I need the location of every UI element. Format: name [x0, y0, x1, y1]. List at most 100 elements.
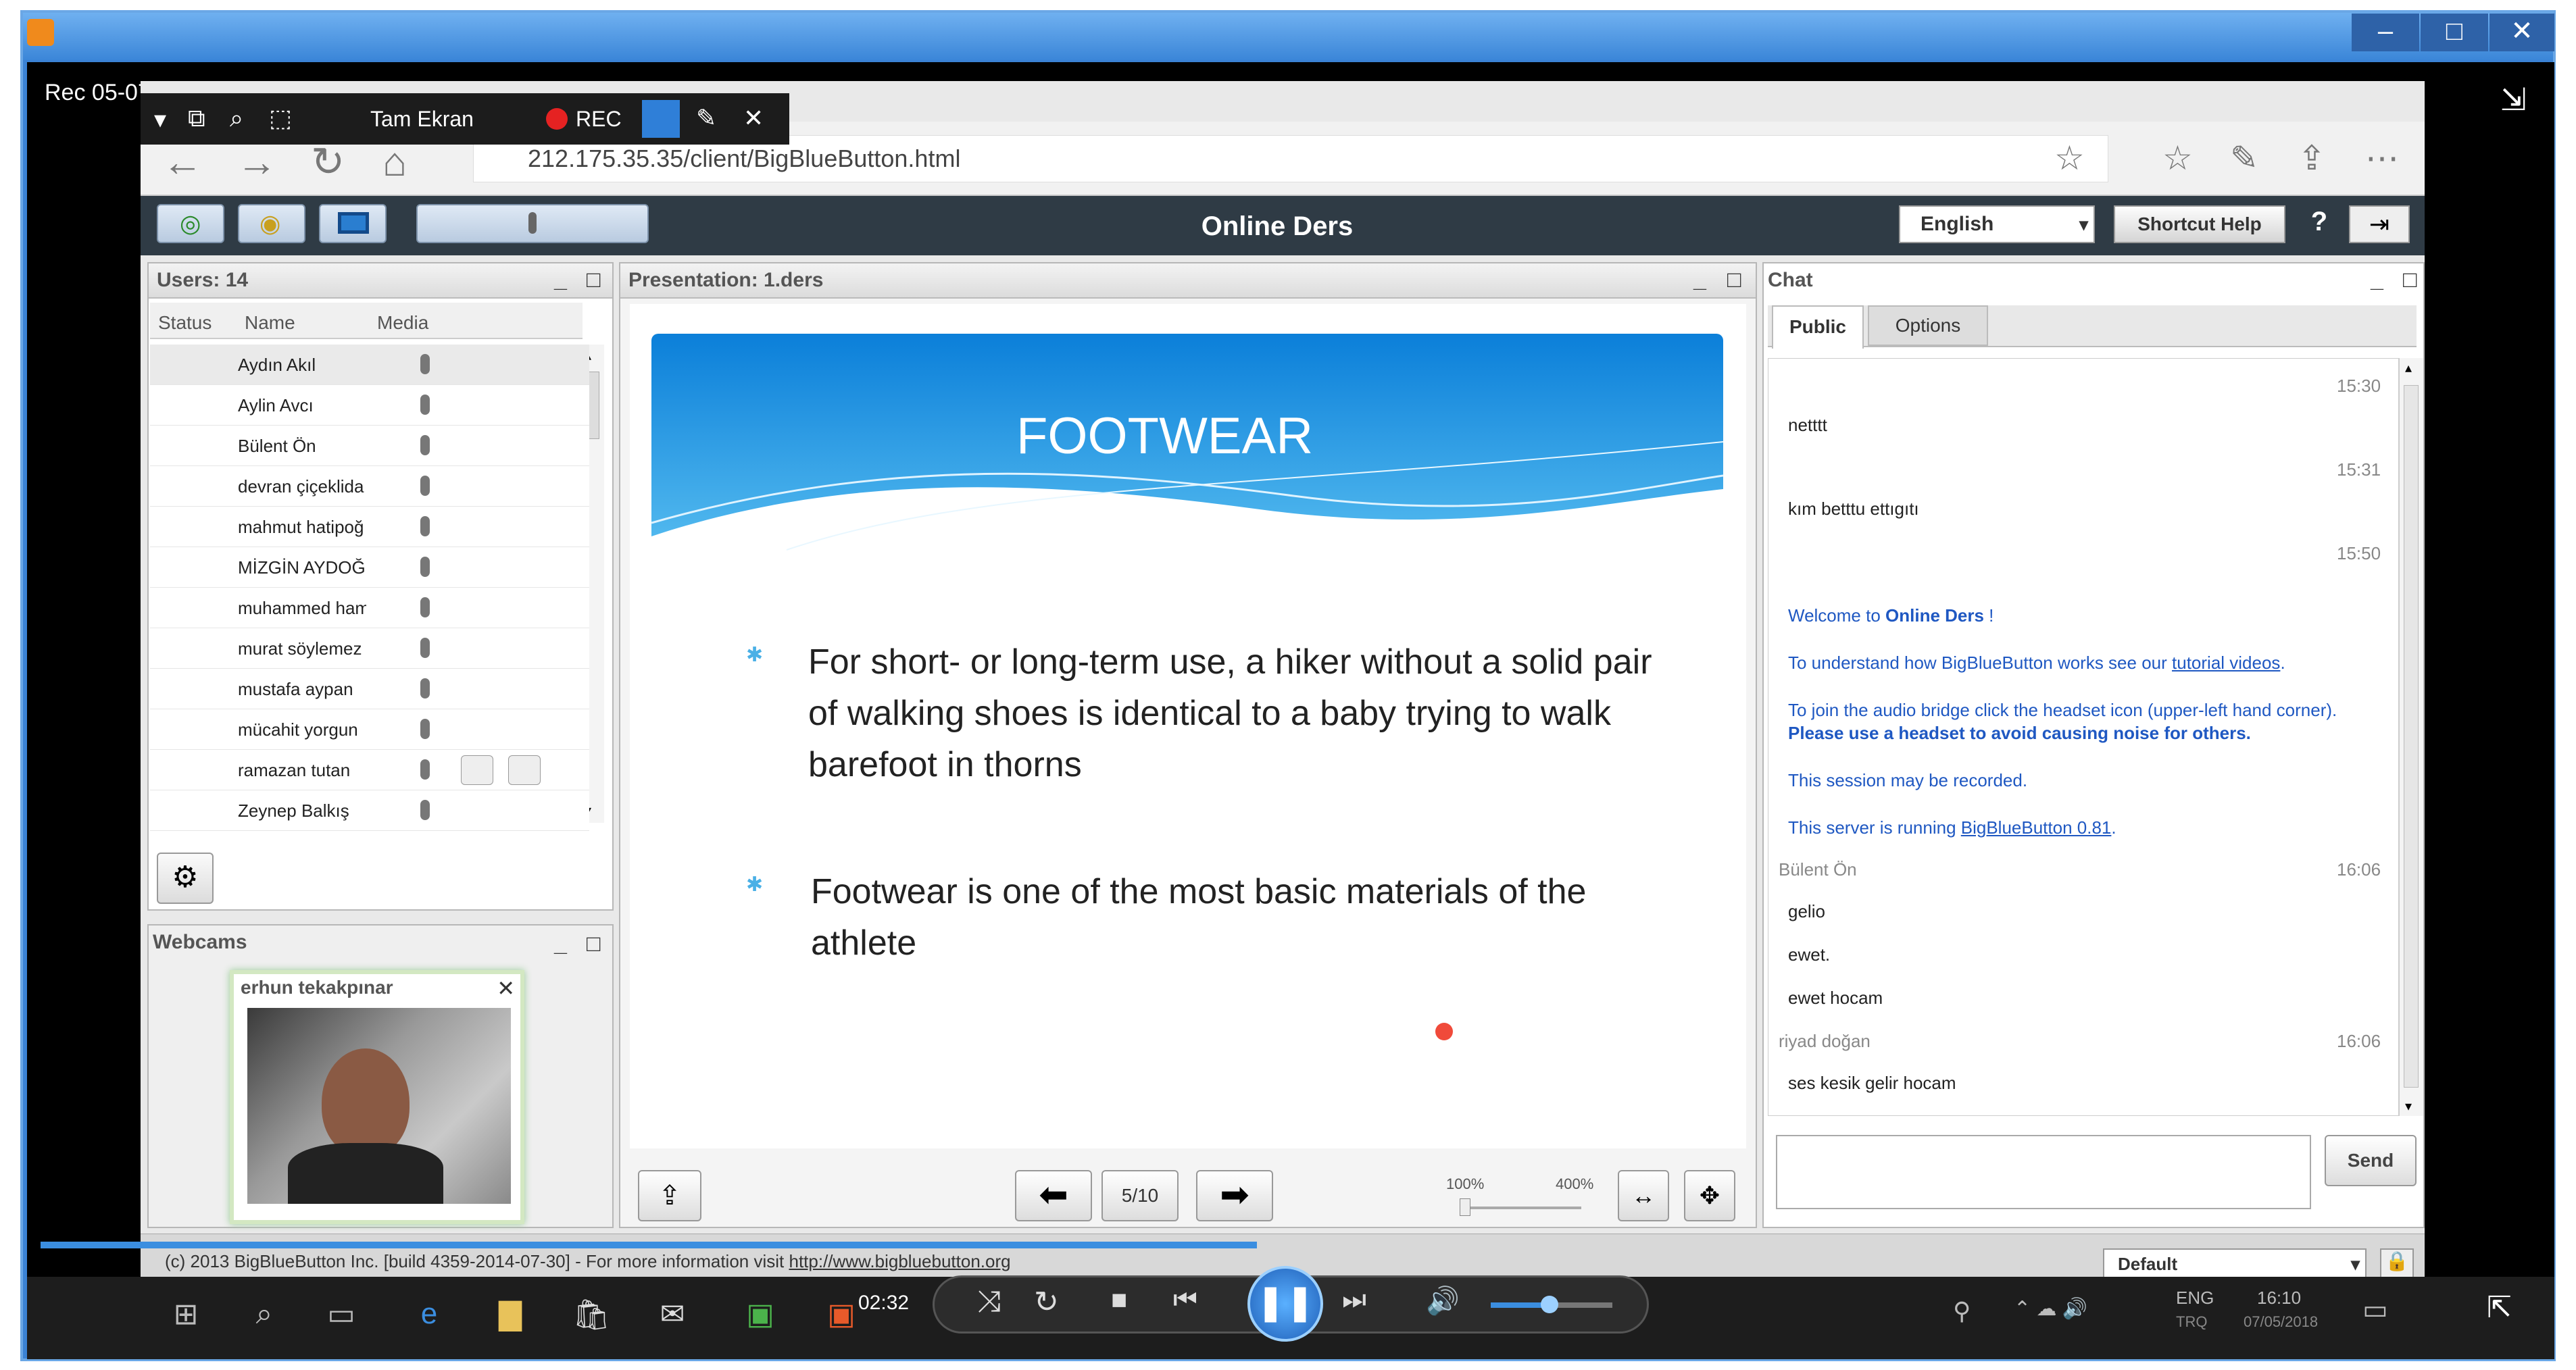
restore-view-icon[interactable]: ⇱	[2487, 1290, 2512, 1325]
fullscreen-label[interactable]: Tam Ekran	[370, 107, 474, 132]
clock-time[interactable]: 16:10	[2257, 1288, 2301, 1309]
user-row[interactable]: ramazan tutan	[150, 750, 589, 790]
mic-icon[interactable]	[420, 354, 430, 374]
minimize-button[interactable]: ‒	[2352, 14, 2419, 51]
lang-secondary[interactable]: TRQ	[2176, 1313, 2207, 1331]
mic-icon[interactable]	[420, 638, 430, 658]
favorite-star-icon[interactable]: ☆	[2054, 138, 2085, 178]
user-row[interactable]: mahmut hatipoğ	[150, 507, 589, 547]
user-row[interactable]: MİZGİN AYDOĞ	[150, 547, 589, 588]
tab-options[interactable]: Options	[1868, 305, 1988, 346]
tray-icons[interactable]: ⌃ ☁ 🔊	[2014, 1297, 2087, 1321]
webcam-window[interactable]: erhun tekakpınar ✕	[230, 970, 524, 1224]
mic-icon[interactable]	[420, 759, 430, 780]
mic-icon[interactable]	[420, 435, 430, 455]
col-media[interactable]: Media	[377, 312, 428, 334]
user-row[interactable]: mücahit yorgun	[150, 709, 589, 750]
refresh-icon[interactable]: ↻	[311, 138, 345, 186]
webcams-maximize-icon[interactable]: □	[587, 931, 601, 957]
close-button[interactable]: ✕	[2490, 14, 2554, 51]
windows-start-icon[interactable]: ⊞	[162, 1297, 209, 1338]
record-icon[interactable]	[546, 108, 568, 130]
zoom-slider-thumb[interactable]	[1460, 1198, 1470, 1216]
chat-scrollbar[interactable]: ▴ ▾	[2399, 358, 2423, 1116]
chat-scroll-up-icon[interactable]: ▴	[2405, 359, 2412, 376]
lock-icon[interactable]: 🔒	[2380, 1248, 2414, 1279]
back-icon[interactable]: ←	[162, 138, 203, 185]
shuffle-icon[interactable]: ⤨	[977, 1285, 1001, 1319]
settings-gear-icon[interactable]: ⚙	[157, 853, 214, 904]
presentation-maximize-icon[interactable]: □	[1727, 267, 1741, 293]
more-icon[interactable]: ⋯	[2365, 138, 2399, 178]
window-icon[interactable]: ⧉	[188, 104, 205, 133]
mail-icon[interactable]: ✉	[649, 1297, 696, 1338]
notifications-icon[interactable]: ▭	[2362, 1294, 2388, 1325]
camera-toggle-icon[interactable]	[642, 100, 680, 138]
logout-icon[interactable]: ⇥	[2349, 205, 2410, 243]
mic-icon[interactable]	[420, 557, 430, 577]
webcams-minimize-icon[interactable]: _	[554, 931, 567, 957]
user-row[interactable]: murat söylemez	[150, 628, 589, 669]
headset-button[interactable]: ◎	[157, 204, 224, 243]
zoom-icon[interactable]: ⌕	[230, 104, 243, 133]
maximize-button[interactable]: □	[2421, 14, 2488, 51]
forward-icon[interactable]: →	[237, 138, 277, 185]
store-icon[interactable]: 🛍	[568, 1297, 615, 1338]
fit-width-icon[interactable]: ↔	[1618, 1170, 1669, 1221]
search-icon[interactable]: ⌕	[241, 1297, 288, 1338]
chat-maximize-icon[interactable]: □	[2403, 267, 2417, 293]
people-icon[interactable]: ⚲	[1953, 1297, 1971, 1325]
next-slide-icon[interactable]: ➡	[1196, 1170, 1273, 1221]
pen-icon[interactable]: ✎	[696, 104, 716, 132]
webcam-close-icon[interactable]: ✕	[497, 975, 515, 1001]
clock-date[interactable]: 07/05/2018	[2244, 1313, 2318, 1331]
previous-icon[interactable]: ⏮	[1173, 1285, 1197, 1315]
chat-scroll-thumb[interactable]	[2404, 385, 2419, 1088]
mic-icon[interactable]	[420, 516, 430, 536]
minimize-icon[interactable]: _	[554, 267, 567, 293]
send-button[interactable]: Send	[2325, 1135, 2417, 1186]
user-row[interactable]: Aylin Avcı	[150, 385, 589, 426]
pause-icon[interactable]: ❚❚	[1247, 1266, 1323, 1342]
shortcut-help-button[interactable]: Shortcut Help	[2114, 205, 2285, 243]
playback-progress[interactable]	[41, 1242, 1257, 1248]
home-icon[interactable]: ⌂	[382, 138, 407, 185]
task-view-icon[interactable]: ▭	[318, 1297, 365, 1338]
favorites-icon[interactable]: ☆	[2162, 138, 2193, 178]
mic-icon[interactable]	[420, 597, 430, 617]
app-green-icon[interactable]: ▣	[737, 1297, 784, 1338]
mic-icon[interactable]	[420, 719, 430, 739]
zoom-slider[interactable]	[1460, 1207, 1581, 1209]
fit-page-icon[interactable]: ✥	[1684, 1170, 1735, 1221]
language-select[interactable]: English ▾	[1899, 205, 2095, 243]
notes-icon[interactable]: ✎	[2230, 138, 2258, 178]
share-icon[interactable]: ⇪	[2298, 138, 2326, 178]
maximize-icon[interactable]: □	[587, 267, 601, 293]
chat-input[interactable]	[1776, 1135, 2311, 1209]
rec-label[interactable]: REC	[576, 107, 622, 132]
lock-icon[interactable]	[508, 755, 541, 785]
user-row[interactable]: Aydın Akıl	[150, 345, 589, 385]
user-row[interactable]: Bülent Ön	[150, 426, 589, 466]
dropdown-arrow-icon[interactable]: ▾	[154, 105, 166, 134]
expand-icon[interactable]: ⇲	[2500, 81, 2527, 118]
next-icon[interactable]: ⏭	[1342, 1285, 1366, 1315]
tab-public[interactable]: Public	[1772, 305, 1864, 349]
repeat-icon[interactable]: ↻	[1034, 1285, 1059, 1319]
upload-icon[interactable]: ⇪	[638, 1170, 701, 1221]
lang-primary[interactable]: ENG	[2176, 1288, 2214, 1309]
region-icon[interactable]: ⬚	[269, 104, 292, 132]
user-row[interactable]: Zeynep Balkış	[150, 790, 589, 831]
mic-icon[interactable]	[420, 800, 430, 820]
volume-thumb[interactable]	[1541, 1296, 1558, 1313]
footer-link[interactable]: http://www.bigbluebutton.org	[789, 1251, 1010, 1271]
prev-slide-icon[interactable]: ⬅	[1015, 1170, 1092, 1221]
volume-icon[interactable]: 🔊	[1426, 1285, 1460, 1317]
mic-icon[interactable]	[420, 476, 430, 496]
mic-icon[interactable]	[420, 678, 430, 699]
close-toolbar-icon[interactable]: ✕	[743, 104, 764, 132]
chat-minimize-icon[interactable]: _	[2371, 267, 2383, 293]
desktop-share-button[interactable]	[319, 204, 387, 243]
user-row[interactable]: devran çiçeklida	[150, 466, 589, 507]
folder-icon[interactable]: ▇	[487, 1297, 534, 1338]
